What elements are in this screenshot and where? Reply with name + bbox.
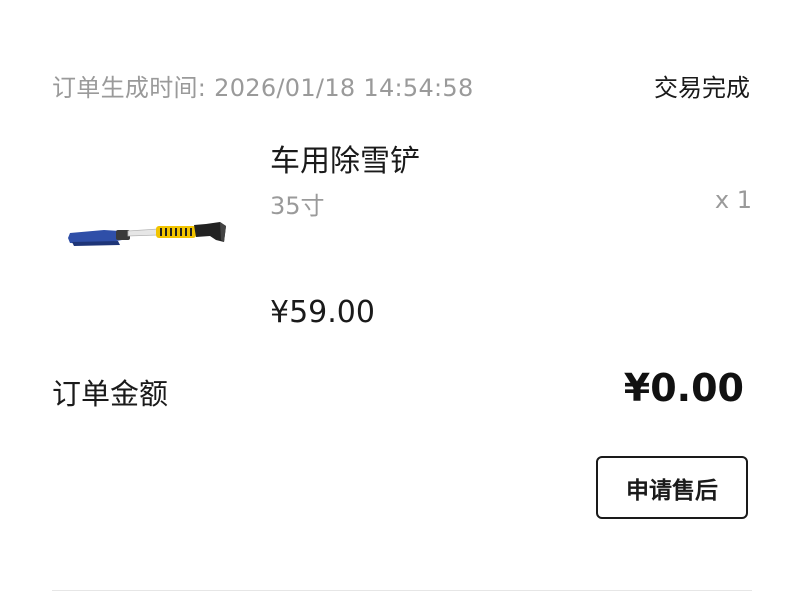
order-time: 订单生成时间: 2026/01/18 14:54:58 — [52, 68, 474, 103]
snow-shovel-image — [68, 222, 226, 246]
total-label: 订单金额 — [52, 377, 169, 411]
order-time-value: 2026/01/18 14:54:58 — [214, 74, 474, 102]
product-price: ¥59.00 — [270, 295, 375, 330]
product-spec: 35寸 — [270, 192, 325, 220]
total-amount: ¥0.00 — [623, 366, 744, 410]
after-sale-button[interactable]: 申请售后 — [596, 456, 748, 519]
order-status: 交易完成 — [654, 74, 750, 102]
product-name[interactable]: 车用除雪铲 — [270, 136, 420, 180]
product-image[interactable] — [60, 196, 236, 266]
order-card: 订单生成时间: 2026/01/18 14:54:58 交易完成 车用除雪铲 3… — [0, 0, 804, 594]
product-quantity: x 1 — [714, 186, 752, 214]
order-time-label: 订单生成时间: — [52, 74, 207, 102]
divider — [52, 590, 752, 591]
